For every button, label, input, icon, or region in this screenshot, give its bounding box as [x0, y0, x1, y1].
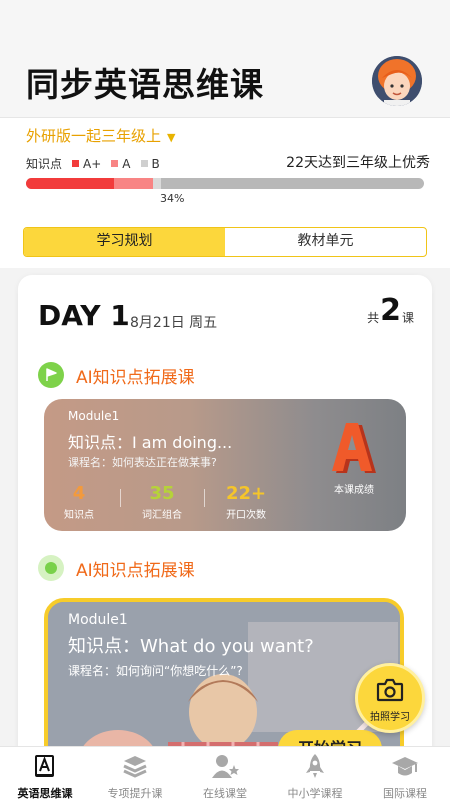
progress-segment-a-plus — [26, 178, 114, 189]
photo-learn-label: 拍照学习 — [370, 712, 410, 723]
lesson-card-1[interactable]: Module1 知识点：I am doing... 课程名：如何表达正在做某事?… — [44, 399, 406, 531]
stat-divider — [120, 489, 121, 507]
count-prefix: 共 — [367, 311, 380, 325]
day-title: DAY 1 — [38, 299, 130, 332]
tab-textbook-units[interactable]: 教材单元 — [225, 228, 426, 256]
graduation-cap-icon — [392, 757, 418, 776]
day-date: 8月21日 周五 — [130, 315, 218, 331]
bottom-nav: 英语思维课 专项提升课 在线课堂 中小学课程 国际课程 — [0, 746, 450, 800]
stack-icon — [123, 756, 147, 778]
lesson-course-name: 课程名：如何表达正在做某事? — [68, 456, 217, 469]
photo-learn-button[interactable]: 拍照学习 — [355, 663, 425, 733]
app-header: 同步英语思维课 — [0, 0, 450, 118]
page-title: 同步英语思维课 — [26, 65, 264, 104]
book-a-icon — [35, 755, 54, 777]
nav-item-international-courses[interactable]: 国际课程 — [360, 747, 450, 800]
stat-value: 4 — [72, 483, 86, 504]
stat-speaking-count: 22+ 开口次数 — [226, 483, 266, 521]
rocket-icon — [306, 754, 324, 778]
legend-label-a-plus: A+ — [83, 156, 102, 171]
nav-label: 中小学课程 — [287, 787, 343, 800]
legend-title: 知识点 — [26, 157, 63, 171]
textbook-grade-selector[interactable]: 外研版一起三年级上 ▼ — [26, 125, 175, 146]
camera-icon — [376, 678, 404, 702]
nav-label: 国际课程 — [383, 787, 427, 800]
progress-segment-b — [153, 178, 162, 189]
progress-segment-a — [113, 178, 154, 189]
avatar[interactable] — [372, 56, 422, 106]
goal-text: 22天达到三年级上优秀 — [286, 155, 430, 171]
mastery-progress-bar — [26, 178, 424, 189]
stat-label: 知识点 — [64, 510, 94, 521]
flag-icon — [38, 362, 64, 388]
current-dot-icon — [38, 555, 64, 581]
stat-word-combos: 35 词汇组合 — [142, 483, 182, 521]
lesson-module: Module1 — [68, 612, 128, 628]
lesson-knowledge-point: 知识点：What do you want? — [68, 636, 314, 657]
legend-swatch-a — [111, 160, 119, 167]
nav-label: 英语思维课 — [17, 787, 73, 800]
stat-label: 词汇组合 — [142, 510, 182, 521]
nav-item-special-improvement[interactable]: 专项提升课 — [90, 747, 180, 800]
lesson-count: 共 2 课 — [367, 296, 414, 326]
lesson-module: Module1 — [68, 409, 120, 423]
stat-value: 22+ — [226, 483, 267, 504]
stat-knowledge-points: 4 知识点 — [64, 483, 94, 521]
count-number: 2 — [380, 293, 401, 328]
nav-item-online-class[interactable]: 在线课堂 — [180, 747, 270, 800]
section-title: AI知识点拓展课 — [76, 367, 195, 388]
nav-label: 在线课堂 — [203, 787, 247, 800]
section-header-2: AI知识点拓展课 — [38, 555, 195, 581]
legend-swatch-b — [140, 160, 148, 167]
mastery-legend: 知识点 A+ A B — [26, 155, 160, 172]
nav-item-english-thinking[interactable]: 英语思维课 — [0, 747, 90, 800]
grade-selector-label: 外研版一起三年级上 — [26, 127, 162, 145]
legend-label-a: A — [122, 156, 131, 171]
stat-divider — [204, 489, 205, 507]
count-suffix: 课 — [401, 311, 414, 325]
tab-study-plan[interactable]: 学习规划 — [24, 228, 225, 256]
nav-label: 专项提升课 — [107, 787, 163, 800]
section-header-1: AI知识点拓展课 — [38, 362, 195, 388]
legend-swatch-a-plus — [72, 160, 80, 167]
lesson-knowledge-point: 知识点：I am doing... — [68, 433, 233, 452]
teacher-icon — [212, 755, 239, 778]
lesson-course-name: 课程名：如何询问“你想吃什么”? — [68, 664, 243, 678]
view-tabs: 学习规划 教材单元 — [23, 227, 427, 257]
caret-down-icon: ▼ — [167, 131, 176, 144]
grade-caption: 本课成绩 — [334, 485, 374, 496]
avatar-illustration — [372, 56, 422, 106]
section-title: AI知识点拓展课 — [76, 560, 195, 581]
stat-value: 35 — [149, 483, 175, 504]
grade-badge-a-icon — [332, 423, 376, 473]
stat-label: 开口次数 — [226, 510, 267, 521]
legend-label-b: B — [151, 156, 160, 171]
nav-item-k12-courses[interactable]: 中小学课程 — [270, 747, 360, 800]
progress-percent: 34% — [160, 192, 185, 205]
